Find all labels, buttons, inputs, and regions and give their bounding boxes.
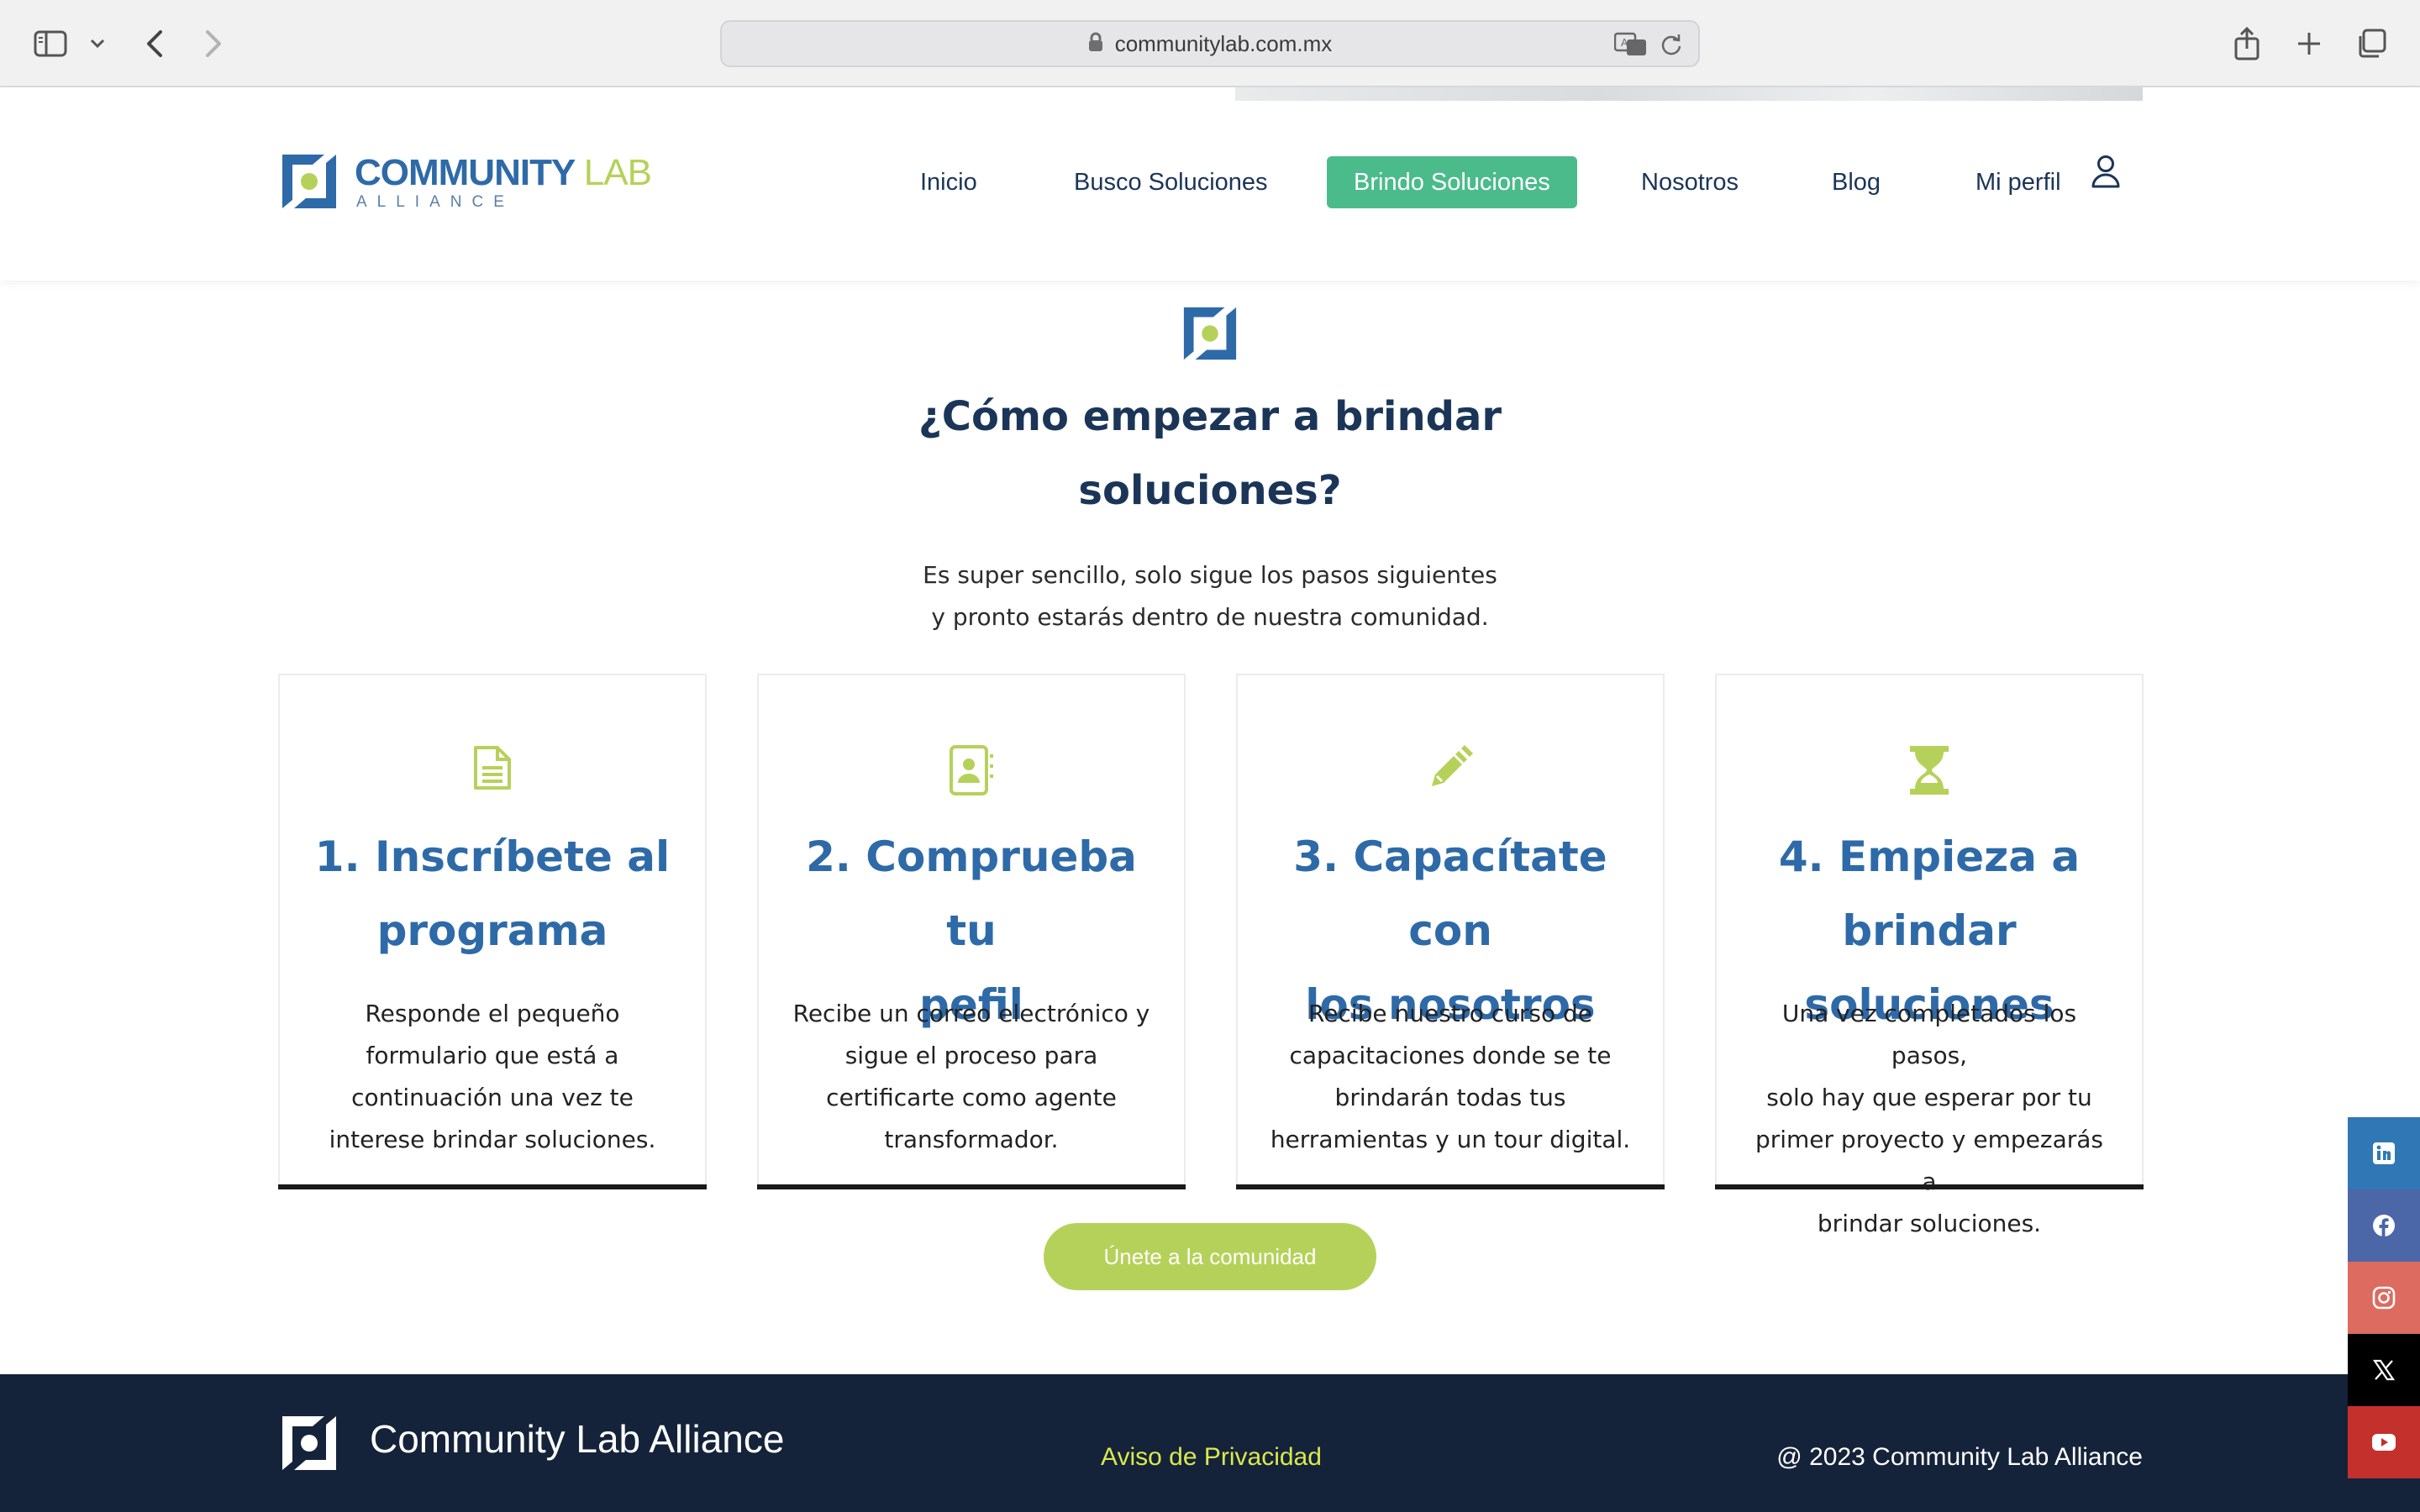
nav-item-brindo-soluciones[interactable]: Brindo Soluciones (1327, 156, 1577, 208)
translate-icon[interactable]: A (1613, 32, 1648, 60)
hero-image-edge (1235, 87, 2143, 101)
step-desc-line: Recibe un correo electrónico y (792, 1000, 1150, 1027)
step-title-line1: 1. Inscríbete al (314, 832, 671, 881)
step-card-4: 4. Empieza a brindar soluciones Una vez … (1715, 674, 2144, 1237)
privacy-notice-link[interactable]: Aviso de Privacidad (1101, 1443, 1322, 1472)
section-title-line1: ¿Cómo empezar a brindar (918, 393, 1502, 440)
hourglass-icon (1717, 744, 2142, 796)
step-description: Una vez completados los pasos, solo hay … (1745, 993, 2113, 1245)
section-title: ¿Cómo empezar a brindar soluciones? (790, 380, 1630, 528)
join-community-button[interactable]: Únete a la comunidad (1044, 1223, 1376, 1290)
facebook-icon[interactable] (2348, 1189, 2420, 1262)
document-icon (280, 744, 705, 791)
youtube-icon[interactable] (2348, 1406, 2420, 1478)
logo-tagline: ALLIANCE (356, 193, 514, 211)
new-tab-icon[interactable] (2289, 24, 2329, 64)
back-icon[interactable] (134, 24, 175, 64)
step-desc-line: solo hay que esperar por tu (1766, 1084, 2092, 1111)
section-title-line2: soluciones? (1078, 467, 1342, 514)
section-subtitle: Es super sencillo, solo sigue los pasos … (790, 554, 1630, 638)
step-description: Responde el pequeño formulario que está … (308, 993, 676, 1161)
footer-brand-name: Community Lab Alliance (370, 1417, 785, 1461)
svg-text:A: A (1621, 37, 1628, 49)
logo-text-community: COMMUNITY (355, 152, 576, 193)
step-desc-line: certificarte como agente (826, 1084, 1117, 1111)
step-card-2: 2. Comprueba tu pefil Recibe un correo e… (757, 674, 1186, 1189)
reload-icon[interactable] (1660, 32, 1683, 60)
nav-item-mi-perfil[interactable]: Mi perfil (1975, 155, 2120, 208)
step-title-line2: programa (376, 906, 608, 955)
logo-mark-icon (279, 151, 339, 215)
step-desc-line: interese brindar soluciones. (329, 1126, 656, 1153)
nav-item-inicio[interactable]: Inicio (920, 156, 977, 208)
step-title-line1: 4. Empieza a (1778, 832, 2081, 881)
step-title: 1. Inscríbete al programa (297, 820, 688, 968)
step-desc-line: Una vez completados los pasos, (1781, 1000, 2077, 1069)
browser-toolbar: communitylab.com.mx A (0, 0, 2420, 87)
step-desc-line: transformador. (884, 1126, 1059, 1153)
logo-text-lab: LAB (583, 152, 652, 193)
address-bar[interactable]: communitylab.com.mx A (720, 20, 1700, 67)
footer-logo-icon[interactable] (279, 1413, 339, 1477)
social-share-bar (2348, 1117, 2420, 1478)
step-desc-line: formulario que está a (366, 1042, 619, 1069)
step-desc-line: primer proyecto y empezarás a (1754, 1126, 2104, 1195)
step-desc-line: continuación una vez te (351, 1084, 634, 1111)
section-logo-icon (1181, 304, 1239, 366)
step-desc-line: brindar soluciones. (1817, 1210, 2042, 1237)
tabs-overview-icon[interactable] (2351, 24, 2391, 64)
step-desc-line: sigue el proceso para (844, 1042, 1098, 1069)
site-footer: Community Lab Alliance Aviso de Privacid… (0, 1374, 2420, 1512)
step-title-line1: 2. Comprueba tu (806, 832, 1137, 955)
step-desc-line: herramientas y un tour digital. (1270, 1126, 1631, 1153)
step-title-line1: 3. Capacítate con (1293, 832, 1607, 955)
sidebar-icon[interactable] (30, 24, 71, 64)
instagram-icon[interactable] (2348, 1262, 2420, 1334)
linkedin-icon[interactable] (2348, 1117, 2420, 1189)
section-subtitle-line2: y pronto estarás dentro de nuestra comun… (931, 603, 1489, 631)
section-subtitle-line1: Es super sencillo, solo sigue los pasos … (923, 561, 1497, 589)
step-card-3: 3. Capacítate con los nosotros Recibe nu… (1236, 674, 1665, 1189)
step-desc-line: Responde el pequeño (365, 1000, 620, 1027)
pencil-icon (1238, 744, 1663, 791)
site-header: COMMUNITY LAB ALLIANCE Inicio Busco Solu… (0, 87, 2420, 281)
site-logo[interactable]: COMMUNITY LAB ALLIANCE (279, 151, 652, 215)
nav-item-mi-perfil-label: Mi perfil (1975, 169, 2061, 196)
nav-item-nosotros[interactable]: Nosotros (1641, 156, 1739, 208)
x-icon[interactable] (2348, 1334, 2420, 1406)
step-desc-line: brindarán todas tus (1334, 1084, 1566, 1111)
url-text: communitylab.com.mx (1114, 30, 1333, 56)
logo-text: COMMUNITY LAB (355, 152, 652, 193)
step-desc-line: capacitaciones donde se te (1289, 1042, 1612, 1069)
forward-icon[interactable] (193, 24, 234, 64)
footer-copyright: @ 2023 Community Lab Alliance (1776, 1443, 2143, 1471)
share-icon[interactable] (2227, 24, 2267, 64)
chevron-down-icon[interactable] (77, 24, 118, 64)
lock-icon (1088, 32, 1103, 55)
step-desc-line: Recibe nuestro curso de (1308, 1000, 1592, 1027)
user-icon (2091, 155, 2120, 207)
step-description: Recibe un correo electrónico y sigue el … (787, 993, 1155, 1161)
contact-card-icon (759, 744, 1184, 796)
nav-item-blog[interactable]: Blog (1832, 156, 1881, 208)
step-description: Recibe nuestro curso de capacitaciones d… (1266, 993, 1634, 1161)
nav-item-busco-soluciones[interactable]: Busco Soluciones (1074, 156, 1268, 208)
step-card-1: 1. Inscríbete al programa Responde el pe… (278, 674, 707, 1189)
